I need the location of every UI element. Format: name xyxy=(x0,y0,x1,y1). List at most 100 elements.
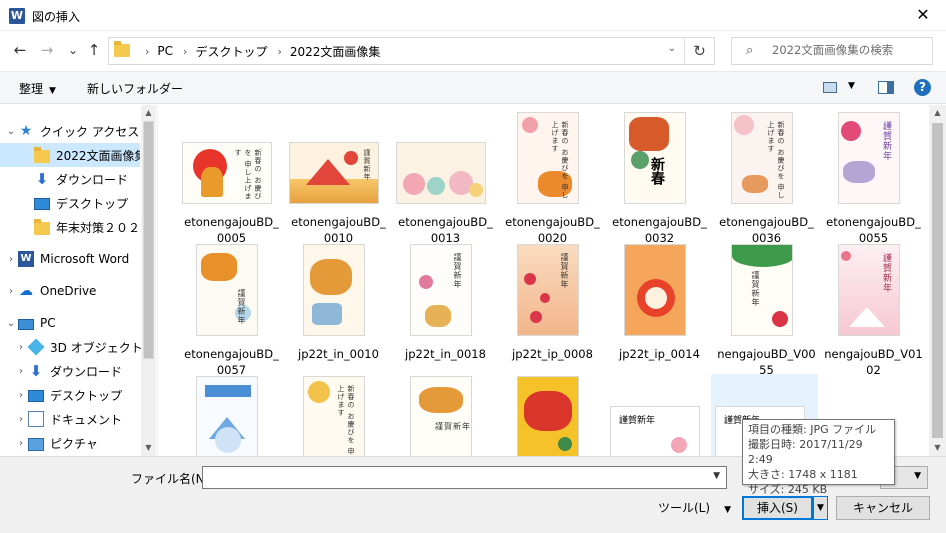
chevron-right-icon[interactable]: › xyxy=(14,414,28,425)
file-item[interactable]: 新春の お慶びを 申し上げます xyxy=(285,374,392,456)
sidebar-scrollbar[interactable]: ▲ ▼ xyxy=(141,105,156,456)
sidebar-item-3d-objects[interactable]: › 3D オブジェクト xyxy=(14,335,154,359)
sidebar-item-year-end-folder[interactable]: 年末対策２０２ xyxy=(0,215,140,239)
file-item[interactable] xyxy=(499,374,606,456)
card-text: 謹賀新年 xyxy=(560,253,569,289)
thumbnail-image: 新春 xyxy=(624,112,686,204)
thumbnail-image: 謹賀新年 xyxy=(410,244,472,336)
sidebar-item-label: 年末対策２０２ xyxy=(56,220,140,235)
sidebar-item-pictures[interactable]: › ピクチャ xyxy=(14,431,154,455)
scroll-down-arrow-icon[interactable]: ▼ xyxy=(141,441,156,455)
desktop-icon xyxy=(28,390,44,402)
scroll-up-arrow-icon[interactable]: ▲ xyxy=(929,106,946,120)
sidebar-item-documents[interactable]: › ドキュメント xyxy=(14,407,154,431)
file-name: etonengajouBD_ xyxy=(612,215,707,229)
organize-button[interactable]: 整理 ▼ xyxy=(19,80,56,97)
sidebar-item-label: 2022文面画像集 xyxy=(56,148,140,163)
file-item[interactable]: 新春の お慶びを 申し上げます etonengajouBD_ 0036 xyxy=(713,110,820,245)
file-item[interactable]: 謹賀新年 etonengajouBD_ 0010 xyxy=(285,110,392,245)
chevron-down-icon[interactable]: ▼ xyxy=(713,471,720,481)
help-button[interactable]: ? xyxy=(914,79,931,96)
sidebar-item-label: ドキュメント xyxy=(50,412,123,427)
sidebar-item-onedrive[interactable]: › ☁ OneDrive xyxy=(4,279,144,303)
view-options-icon[interactable] xyxy=(823,82,837,93)
file-item[interactable] xyxy=(178,374,285,456)
card-text: 謹賀新年 xyxy=(881,253,891,293)
file-item[interactable]: 謹賀新年 jp22t_ip_0008 xyxy=(499,242,606,362)
scroll-up-arrow-icon[interactable]: ▲ xyxy=(141,106,156,120)
thumbnail-image: 新春の お慶びを 申し上げます xyxy=(517,112,579,204)
file-name: jp22t_ip_0014 xyxy=(619,347,700,361)
forward-button[interactable]: → xyxy=(38,41,56,59)
file-name: etonengajouBD_ xyxy=(505,215,600,229)
word-app-icon: W xyxy=(9,8,25,24)
scrollbar-thumb[interactable] xyxy=(143,121,154,359)
insert-options-dropdown[interactable]: ▼ xyxy=(813,496,828,520)
up-button[interactable]: ↑ xyxy=(85,41,103,59)
back-button[interactable]: ← xyxy=(11,41,29,59)
sidebar-item-downloads[interactable]: ⬇ ダウンロード xyxy=(0,167,140,191)
file-item[interactable]: 謹賀新年 jp22t_in_0018 xyxy=(392,242,499,362)
view-dropdown-button[interactable]: ▼ xyxy=(848,81,855,91)
chevron-right-icon[interactable]: › xyxy=(14,438,28,449)
preview-pane-button[interactable] xyxy=(878,81,894,94)
sidebar-item-pc-downloads[interactable]: › ⬇ ダウンロード xyxy=(14,359,154,383)
file-item[interactable]: 謹賀新年 nengajouBD_V01 02 xyxy=(820,242,927,377)
thumbnail-image xyxy=(303,244,365,336)
sidebar-item-label: デスクトップ xyxy=(56,196,129,211)
refresh-button[interactable]: ↻ xyxy=(684,38,714,64)
file-name: etonengajouBD_ xyxy=(826,215,921,229)
address-bar[interactable]: › PC › デスクトップ › 2022文面画像集 ⌄ ↻ xyxy=(108,37,715,65)
file-name: etonengajouBD_ xyxy=(398,215,493,229)
search-box[interactable]: ⌕ xyxy=(731,37,933,65)
breadcrumb-desktop[interactable]: デスクトップ xyxy=(195,43,267,60)
chevron-right-icon[interactable]: › xyxy=(14,390,28,401)
file-list-scrollbar[interactable]: ▲ ▼ xyxy=(929,105,946,456)
sidebar-item-pc-desktop[interactable]: › デスクトップ xyxy=(14,383,154,407)
address-dropdown-button[interactable]: ⌄ xyxy=(668,43,676,54)
chevron-down-icon[interactable]: ⌄ xyxy=(4,126,18,137)
insert-button[interactable]: 挿入(S) xyxy=(742,496,813,520)
tools-menu[interactable]: ツール(L) ▼ xyxy=(658,499,731,516)
file-item[interactable]: 謹賀新年 etonengajouBD_ 0057 xyxy=(178,242,285,377)
file-item[interactable]: etonengajouBD_ 0013 xyxy=(392,110,499,245)
file-item[interactable]: jp22t_ip_0014 xyxy=(606,242,713,362)
file-item[interactable]: 新春の お慶びを 申し上げます etonengajouBD_ 0005 xyxy=(178,110,285,245)
sidebar-item-2022-folder[interactable]: 2022文面画像集 xyxy=(0,143,140,167)
cancel-button[interactable]: キャンセル xyxy=(836,496,930,520)
chevron-right-icon[interactable]: › xyxy=(4,254,18,265)
scrollbar-thumb[interactable] xyxy=(932,123,943,438)
file-name: jp22t_ip_0008 xyxy=(512,347,593,361)
document-icon xyxy=(28,411,44,427)
file-item[interactable]: 謹賀新年 nengajouBD_V00 55 xyxy=(713,242,820,377)
sidebar-item-desktop[interactable]: デスクトップ xyxy=(0,191,140,215)
file-item[interactable]: 謹賀新年 xyxy=(606,374,713,456)
card-text: 新春の お慶びを 申し上げます xyxy=(767,121,785,200)
breadcrumb-current-folder[interactable]: 2022文面画像集 xyxy=(290,43,381,60)
chevron-right-icon[interactable]: › xyxy=(4,286,18,297)
chevron-right-icon[interactable]: › xyxy=(14,342,28,353)
download-icon: ⬇ xyxy=(35,170,49,188)
sidebar-item-label: ダウンロード xyxy=(50,364,123,379)
search-input[interactable] xyxy=(772,43,927,57)
sidebar-item-pc[interactable]: ⌄ PC xyxy=(4,311,144,335)
chevron-down-icon[interactable]: ▼ xyxy=(914,471,921,481)
chevron-down-icon: ▼ xyxy=(49,86,56,96)
file-item[interactable]: jp22t_in_0010 xyxy=(285,242,392,362)
file-item[interactable]: 謹賀新年 etonengajouBD_ 0055 xyxy=(820,110,927,245)
thumbnail-image xyxy=(396,142,486,204)
file-name-field[interactable]: ▼ xyxy=(202,466,727,489)
sidebar-item-quick-access[interactable]: ⌄ ★ クイック アクセス xyxy=(4,119,144,143)
close-button[interactable]: ✕ xyxy=(900,0,946,31)
scroll-down-arrow-icon[interactable]: ▼ xyxy=(929,441,946,455)
new-folder-button[interactable]: 新しいフォルダー xyxy=(87,80,183,97)
file-item[interactable]: 謹賀新年 xyxy=(392,374,499,456)
sidebar-item-microsoft-word[interactable]: › W Microsoft Word xyxy=(4,247,144,271)
recent-locations-button[interactable]: ⌄ xyxy=(64,41,82,59)
chevron-down-icon: ▼ xyxy=(724,505,731,515)
chevron-right-icon[interactable]: › xyxy=(14,366,28,377)
breadcrumb-pc[interactable]: PC xyxy=(157,44,173,58)
file-item[interactable]: 新春 etonengajouBD_ 0032 xyxy=(606,110,713,245)
file-item[interactable]: 新春の お慶びを 申し上げます etonengajouBD_ 0020 xyxy=(499,110,606,245)
chevron-down-icon[interactable]: ⌄ xyxy=(4,318,18,329)
